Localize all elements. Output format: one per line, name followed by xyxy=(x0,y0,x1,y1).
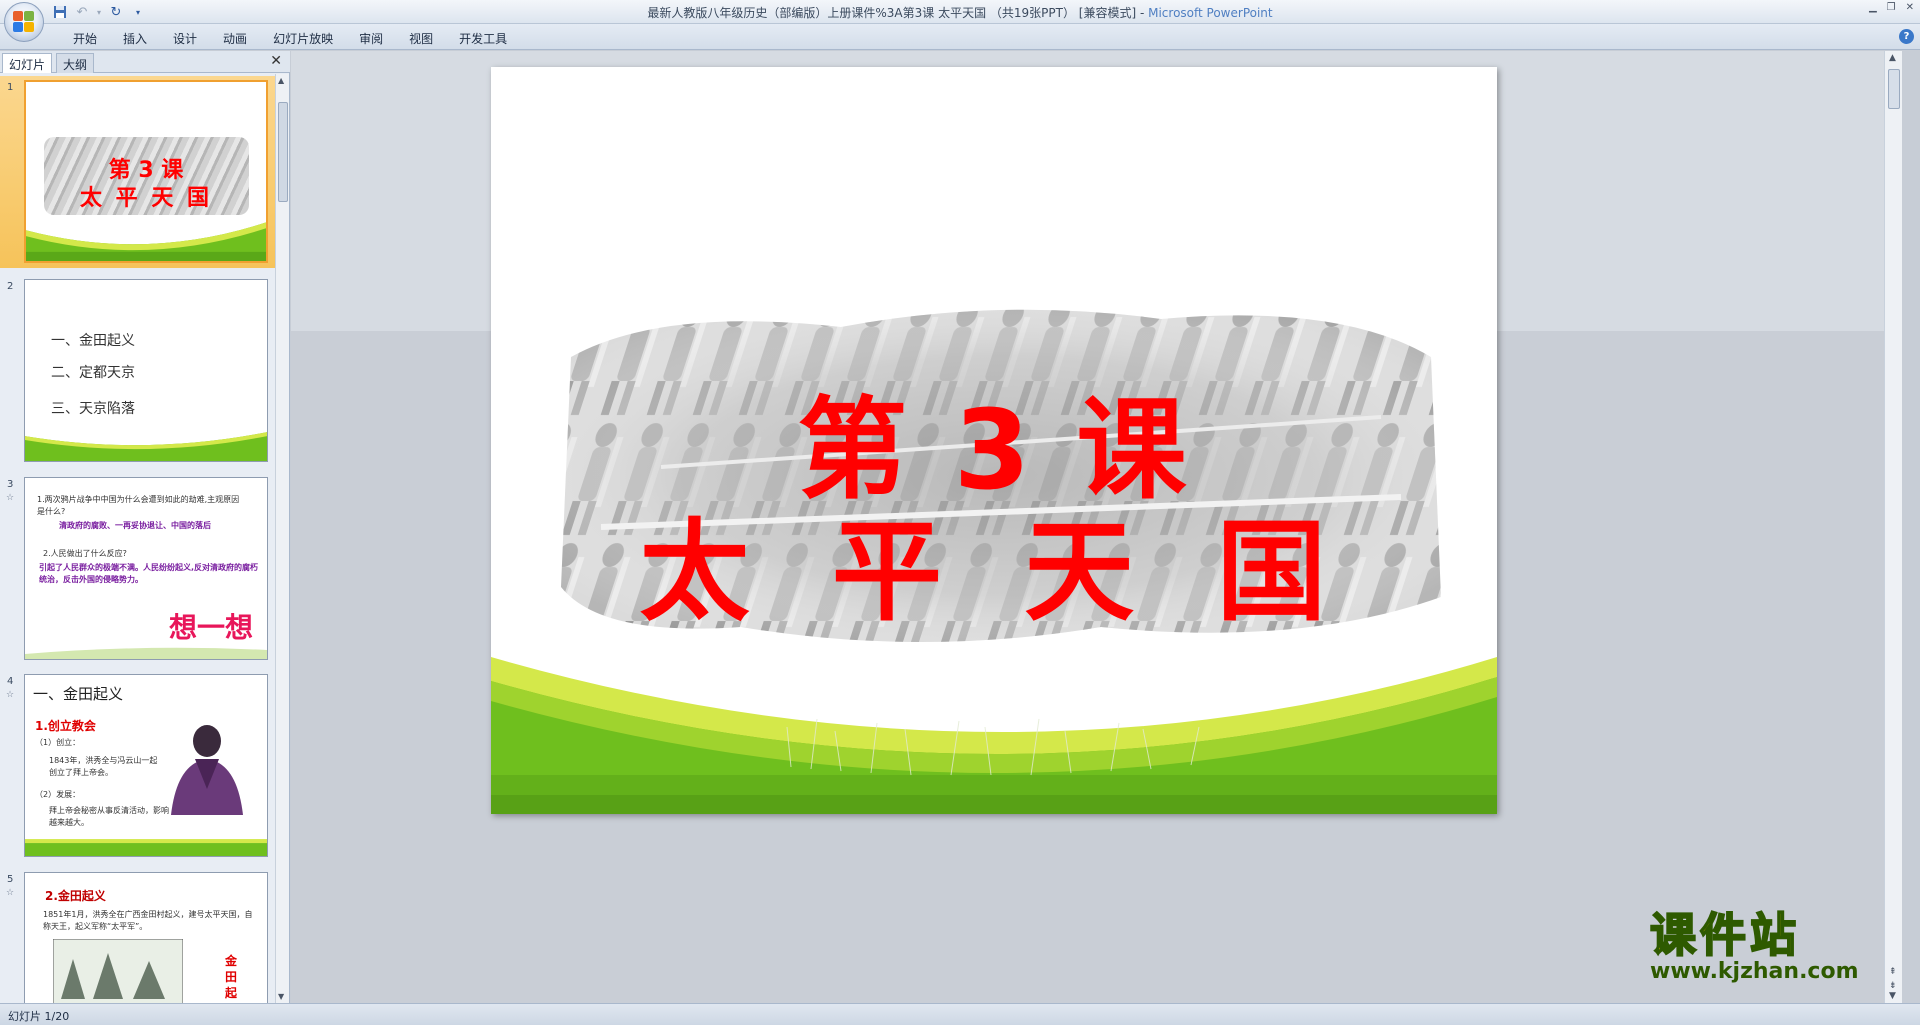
scroll-thumb[interactable] xyxy=(1888,69,1900,109)
think-label: 想一想 xyxy=(168,611,253,644)
tab-insert[interactable]: 插入 xyxy=(110,30,160,47)
office-button[interactable] xyxy=(4,2,44,42)
thumbnail-slide: 1.两次鸦片战争中中国为什么会遭到如此的劫难,主观原因是什么? 清政府的腐败、一… xyxy=(24,477,268,660)
animation-star-icon: ☆ xyxy=(6,690,15,700)
thumbnail-slide: 一、金田起义 二、定都天京 三、天京陷落 xyxy=(24,279,268,462)
window-title: 最新人教版八年级历史（部编版）上册课件%3A第3课 太平天国 （共19张PPT）… xyxy=(0,4,1920,21)
answer-2: 引起了人民群众的极端不满。人民纷纷起义,反对清政府的腐朽统治，反击外国的侵略势力… xyxy=(39,563,259,584)
status-bar: 幻灯片 1/20 xyxy=(0,1003,1920,1025)
thumbnail-list: 1 第 3 课 太 平 天 国 2 一、金田起义 二、定都天京 三、天京陷落 3… xyxy=(0,74,276,1003)
tab-review[interactable]: 审阅 xyxy=(346,30,396,47)
portrait-image xyxy=(171,725,243,815)
ribbon-tabs: 开始 插入 设计 动画 幻灯片放映 审阅 视图 开发工具 xyxy=(60,30,520,47)
window-title-document: 最新人教版八年级历史（部编版）上册课件%3A第3课 太平天国 （共19张PPT）… xyxy=(647,6,1149,20)
sub-heading: 1.创立教会 xyxy=(35,719,96,733)
scroll-up-icon[interactable]: ▲ xyxy=(278,76,284,85)
section-heading: 一、金田起义 xyxy=(33,685,124,703)
scroll-thumb[interactable] xyxy=(278,102,288,202)
pane-close-icon[interactable]: ✕ xyxy=(270,53,282,69)
tab-animations[interactable]: 动画 xyxy=(210,30,260,47)
question-1: 1.两次鸦片战争中中国为什么会遭到如此的劫难,主观原因是什么? xyxy=(37,495,240,516)
green-wave xyxy=(25,839,267,856)
green-wave-band xyxy=(491,657,1497,814)
tab-slideshow[interactable]: 幻灯片放映 xyxy=(260,30,346,47)
close-window-icon[interactable]: ✕ xyxy=(1906,2,1914,13)
tab-outline[interactable]: 大纲 xyxy=(56,53,95,73)
outline-item: 二、定都天京 xyxy=(51,365,135,381)
tab-view[interactable]: 视图 xyxy=(396,30,446,47)
scroll-down-icon[interactable]: ▼ xyxy=(1889,991,1896,1001)
thumbnail-number: 2 xyxy=(7,281,14,292)
thumbnail-number: 5 xyxy=(7,874,14,885)
tab-design[interactable]: 设计 xyxy=(160,30,210,47)
restore-icon[interactable]: ❐ xyxy=(1887,2,1896,13)
section-heading: 2.金田起义 xyxy=(45,889,106,903)
slide-editor: 第 3 课 太 平 天 国 课件站 www.kjzhan.com ▲ ⇞ ⇟ ▼ xyxy=(291,51,1902,1003)
watermark-text: 课件站 xyxy=(1649,908,1800,962)
green-wave xyxy=(25,432,267,461)
scroll-down-icon[interactable]: ▼ xyxy=(278,992,284,1001)
tab-slides[interactable]: 幻灯片 xyxy=(2,53,53,73)
answer-1: 清政府的腐败、一再妥协退让、中国的落后 xyxy=(59,521,211,530)
previous-slide-icon[interactable]: ⇞ xyxy=(1889,967,1897,977)
tab-home[interactable]: 开始 xyxy=(60,30,110,47)
thumbnail-number: 1 xyxy=(7,82,14,93)
minimize-icon[interactable]: ▁ xyxy=(1869,2,1877,13)
engraving-image xyxy=(53,939,183,1003)
watermark-url: www.kjzhan.com xyxy=(1650,959,1859,984)
point-1-label: （1）创立： xyxy=(35,738,81,747)
tab-developer[interactable]: 开发工具 xyxy=(446,30,520,47)
thumbnail-number: 3 xyxy=(7,479,14,490)
outline-item: 一、金田起义 xyxy=(51,333,135,349)
thumbnail-slide: 一、金田起义 1.创立教会 （1）创立： 1843年，洪秀全与冯云山一起创立了拜… xyxy=(24,674,268,857)
window-title-app: Microsoft PowerPoint xyxy=(1148,6,1273,20)
current-slide[interactable]: 第 3 课 太 平 天 国 xyxy=(491,67,1497,814)
thumbnail-title-2: 太 平 天 国 xyxy=(80,186,212,211)
slide-indicator: 幻灯片 1/20 xyxy=(8,1010,70,1023)
thumbnail-slide: 第 3 课 太 平 天 国 xyxy=(24,80,268,263)
thumbnail-scrollbar[interactable]: ▲ ▼ xyxy=(275,74,289,1003)
question-2: 2.人民做出了什么反应? xyxy=(43,549,127,558)
green-wave xyxy=(25,647,267,659)
pane-tabs: 幻灯片 大纲 ✕ xyxy=(0,51,290,73)
next-slide-icon[interactable]: ⇟ xyxy=(1889,981,1897,991)
office-logo-icon xyxy=(13,11,35,33)
thumbnail-slide: 2.金田起义 1851年1月，洪秀全在广西金田村起义，建号太平天国，自称天王，起… xyxy=(24,872,268,1003)
side-label: 金田起 xyxy=(225,954,238,1000)
ribbon-tab-bar: 开始 插入 设计 动画 幻灯片放映 审阅 视图 开发工具 ? xyxy=(0,24,1920,50)
help-icon[interactable]: ? xyxy=(1899,29,1914,44)
animation-star-icon: ☆ xyxy=(6,493,15,503)
editor-scrollbar[interactable]: ▲ ⇞ ⇟ ▼ xyxy=(1884,51,1902,1003)
watermark-logo: 课件站 www.kjzhan.com xyxy=(1649,908,1880,984)
thumbnail-number: 4 xyxy=(7,676,14,687)
slide-title-line-2[interactable]: 太 平 天 国 xyxy=(491,482,1497,642)
scroll-up-icon[interactable]: ▲ xyxy=(1889,53,1896,63)
outline-item: 三、天京陷落 xyxy=(51,401,135,417)
point-2-text: 拜上帝会秘密从事反清活动，影响越来越大。 xyxy=(49,806,169,827)
green-wave xyxy=(26,222,266,261)
point-1-text: 1843年，洪秀全与冯云山一起创立了拜上帝会。 xyxy=(49,756,158,777)
title-bar: ↶ ▾ ↻ ▾ 最新人教版八年级历史（部编版）上册课件%3A第3课 太平天国 （… xyxy=(0,0,1920,42)
slides-pane: 幻灯片 大纲 ✕ 1 第 3 课 太 平 天 国 2 一、金田起义 二、定都天京… xyxy=(0,51,290,1003)
point-2-label: （2）发展： xyxy=(35,790,81,799)
window-controls: ▁ ❐ ✕ xyxy=(1869,2,1914,13)
animation-star-icon: ☆ xyxy=(6,888,15,898)
body-text: 1851年1月，洪秀全在广西金田村起义，建号太平天国，自称天王，起义军称“太平军… xyxy=(43,910,253,931)
